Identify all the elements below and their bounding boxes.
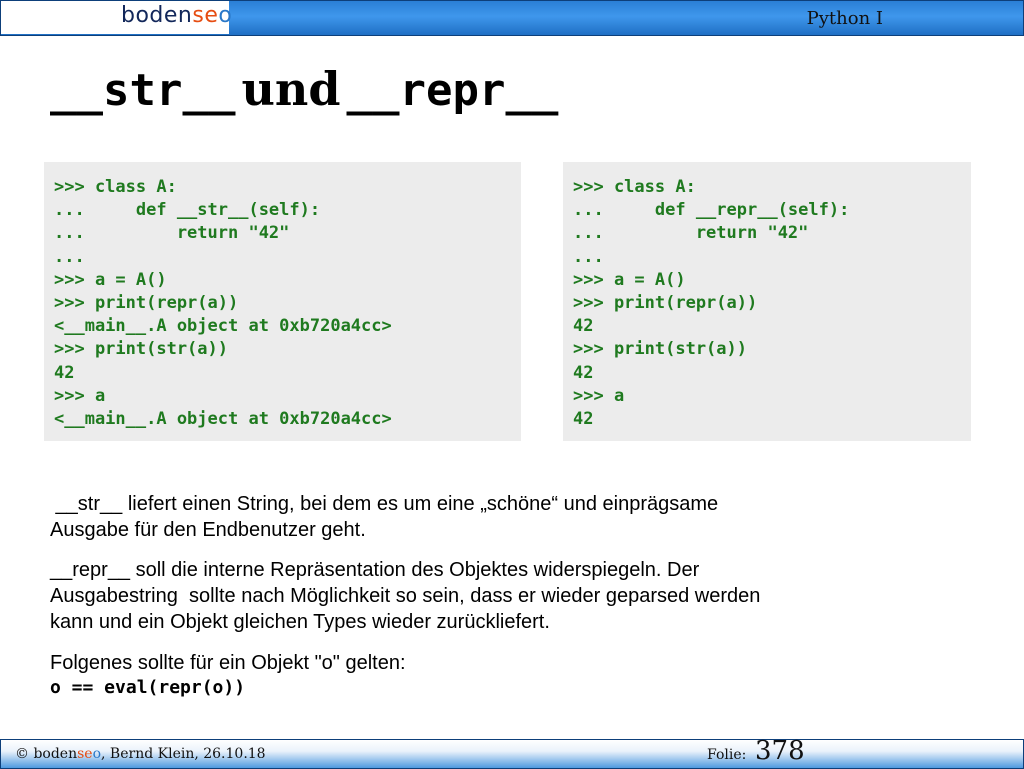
- code-line: <__main__.A object at 0xb720a4cc>: [54, 409, 392, 430]
- logo-text: bodenseo: [121, 3, 233, 28]
- slide-title: __str__ und __repr__: [50, 62, 558, 116]
- code-line: ... return "42": [54, 223, 290, 244]
- paragraph-line: __str__ liefert einen String, bei dem es…: [50, 493, 719, 515]
- code-line: >>> a = A(): [54, 269, 167, 290]
- paragraph-repr: __repr__ soll die interne Repräsentation…: [50, 557, 760, 635]
- title-str: __str__: [50, 65, 236, 116]
- code-line: >>> print(str(a)): [54, 339, 228, 360]
- code-line: <__main__.A object at 0xb720a4cc>: [54, 316, 392, 337]
- code-line: ... def __repr__(self):: [573, 200, 850, 221]
- slide-number: 378: [755, 736, 805, 766]
- paragraph-line: Ausgabestring sollte nach Möglichkeit so…: [50, 585, 761, 607]
- code-line: ... def __str__(self):: [54, 200, 321, 221]
- eval-formula: o == eval(repr(o)): [50, 677, 246, 698]
- paragraph-line: Ausgabe für den Endbenutzer geht.: [50, 519, 366, 541]
- paragraph-eval: Folgenes sollte für ein Objekt "o" gelte…: [50, 652, 406, 674]
- code-line: >>> print(repr(a)): [54, 293, 239, 314]
- code-block-repr: >>> class A: ... def __repr__(self): ...…: [563, 162, 971, 441]
- code-line: >>> a = A(): [573, 269, 686, 290]
- code-line: >>> class A:: [54, 177, 177, 197]
- code-line: 42: [54, 362, 75, 383]
- code-line: 42: [573, 409, 594, 430]
- slide-number-label: Folie:: [707, 747, 747, 763]
- code-line: 42: [573, 362, 594, 383]
- code-line: >>> print(repr(a)): [573, 293, 758, 314]
- code-block-str: >>> class A: ... def __str__(self): ... …: [44, 162, 521, 441]
- code-line: ... return "42": [573, 223, 809, 244]
- code-line: >>> class A:: [573, 177, 696, 197]
- code-line: 42: [573, 316, 594, 337]
- footer-copyright: © bodenseo, Bernd Klein, 26.10.18: [15, 746, 266, 762]
- footer-brand: bodenseo: [33, 746, 102, 762]
- footer-bar: © bodenseo, Bernd Klein, 26.10.18 Folie:…: [0, 736, 1024, 769]
- course-title: Python I: [806, 8, 883, 29]
- code-line: ...: [54, 246, 85, 267]
- paragraph-line: __repr__ soll die interne Repräsentation…: [50, 559, 700, 581]
- paragraph-line: kann und ein Objekt gleichen Types wiede…: [50, 611, 550, 633]
- code-line: ...: [573, 246, 604, 267]
- header-bar: bodenseo Python I: [0, 0, 1024, 36]
- title-und: und: [241, 62, 341, 116]
- title-repr: __repr__: [346, 65, 559, 116]
- code-line: >>> print(str(a)): [573, 339, 747, 360]
- bodenseo-logo: bodenseo: [1, 1, 233, 34]
- code-line: >>> a: [573, 385, 625, 406]
- paragraph-str: __str__ liefert einen String, bei dem es…: [50, 491, 718, 543]
- code-line: >>> a: [54, 385, 106, 406]
